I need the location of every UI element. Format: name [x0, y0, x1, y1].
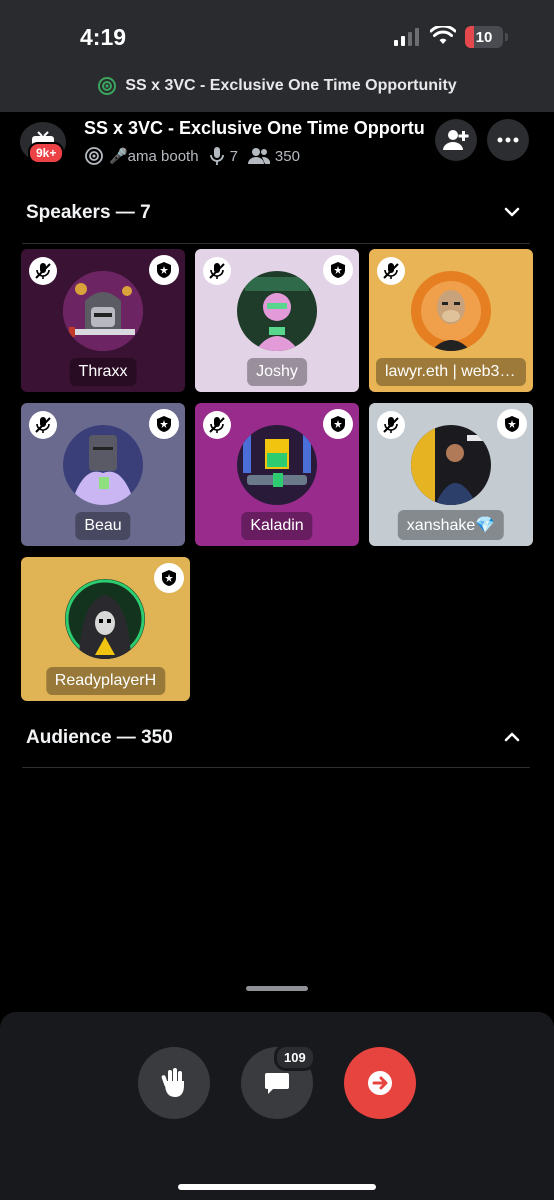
speaker-tile[interactable]: xanshake💎: [369, 403, 533, 546]
stage-info: 🎤ama booth 7 350: [84, 146, 300, 166]
cellular-signal-icon: [394, 28, 419, 46]
speaker-tile[interactable]: ReadyplayerH: [21, 557, 190, 701]
speaker-tile[interactable]: Kaladin: [195, 403, 359, 546]
battery-level: 10: [475, 28, 493, 46]
speakers-header[interactable]: Speakers — 7: [26, 202, 151, 224]
muted-mic-icon: [377, 257, 405, 285]
speaker-tile[interactable]: Thraxx: [21, 249, 185, 392]
speaker-tile[interactable]: Beau: [21, 403, 185, 546]
chevron-down-icon[interactable]: [502, 202, 522, 222]
home-indicator[interactable]: [178, 1184, 376, 1190]
muted-mic-icon: [29, 411, 57, 439]
moderator-shield-icon: [323, 255, 353, 285]
stage-icon: [85, 147, 103, 165]
moderator-shield-icon: [149, 409, 179, 439]
leave-stage-button[interactable]: [344, 1047, 416, 1119]
moderator-shield-icon: [154, 563, 184, 593]
speaker-name: lawyr.eth | web3 builder: [376, 358, 526, 386]
muted-mic-icon: [377, 411, 405, 439]
avatar: [237, 271, 317, 351]
moderator-shield-icon: [323, 409, 353, 439]
stage-topic: 🎤ama booth: [109, 148, 199, 165]
wifi-icon: [430, 26, 456, 44]
active-stage-banner[interactable]: SS x 3VC - Exclusive One Time Opportunit…: [0, 76, 554, 96]
avatar: [65, 579, 145, 659]
moderator-shield-icon: [149, 255, 179, 285]
avatar: [63, 271, 143, 351]
speaker-name: Thraxx: [69, 358, 137, 386]
speaker-name: Beau: [75, 512, 131, 540]
speaker-name: Kaladin: [241, 512, 313, 540]
avatar: [237, 425, 317, 505]
speaker-count: 7: [229, 147, 238, 165]
speaker-tile[interactable]: Joshy: [195, 249, 359, 392]
stage-title: SS x 3VC - Exclusive One Time Opportu: [84, 118, 425, 138]
leave-arrow-icon: [368, 1071, 392, 1095]
more-options-button[interactable]: [487, 119, 529, 161]
people-icon: [247, 148, 270, 164]
speaker-tile[interactable]: lawyr.eth | web3 builder: [369, 249, 533, 392]
drawer-handle[interactable]: [246, 986, 308, 991]
battery-icon: 10: [465, 26, 503, 48]
speaker-name: xanshake💎: [397, 510, 505, 540]
avatar: [411, 425, 491, 505]
microphone-icon: [209, 147, 224, 165]
avatar: [411, 271, 491, 351]
hand-icon: [161, 1068, 184, 1097]
stage-live-icon: [98, 77, 117, 95]
audience-header[interactable]: Audience — 350: [26, 727, 173, 749]
listener-count: 350: [274, 147, 300, 165]
muted-mic-icon: [203, 411, 231, 439]
add-user-icon: [443, 130, 469, 150]
chevron-up-icon[interactable]: [502, 727, 522, 747]
chat-unread-badge: 109: [274, 1044, 316, 1071]
chat-icon: [265, 1073, 289, 1094]
muted-mic-icon: [29, 257, 57, 285]
divider: [22, 767, 530, 768]
status-bar: 4:19 10 SS x 3VC - Exclusive One Time Op…: [0, 0, 554, 112]
more-icon: [497, 137, 519, 143]
notification-badge: 9k+: [28, 142, 65, 164]
speaker-name: Joshy: [247, 358, 307, 386]
muted-mic-icon: [203, 257, 231, 285]
raise-hand-button[interactable]: [138, 1047, 210, 1119]
speaker-name: ReadyplayerH: [45, 667, 166, 695]
divider: [22, 243, 530, 244]
banner-title: SS x 3VC - Exclusive One Time Opportunit…: [125, 77, 457, 94]
moderator-shield-icon: [497, 409, 527, 439]
clock: 4:19: [80, 24, 127, 50]
invite-button[interactable]: [435, 119, 477, 161]
avatar: [63, 425, 143, 505]
